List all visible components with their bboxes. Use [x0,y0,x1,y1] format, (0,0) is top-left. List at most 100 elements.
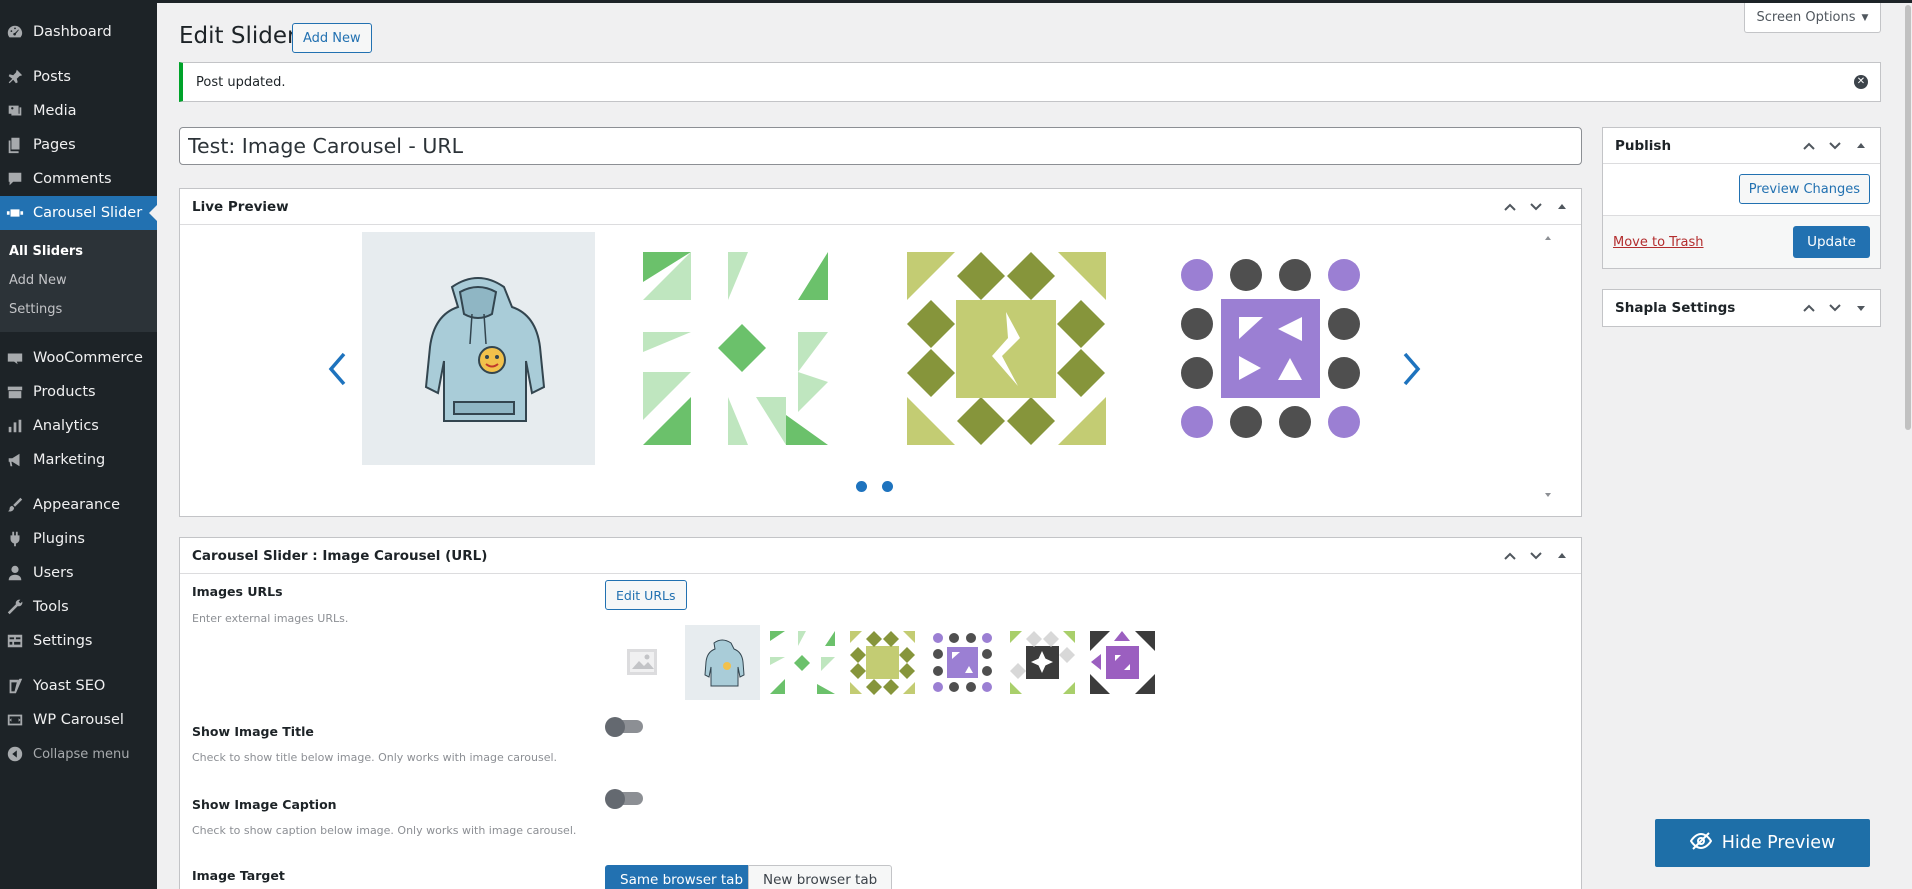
menu-label: Products [33,384,96,400]
live-preview-box: Live Preview [179,188,1582,517]
target-new-tab-button[interactable]: New browser tab [748,865,893,889]
publish-actions: Move to Trash Update [1603,215,1880,268]
toggle-panel-icon[interactable] [1850,297,1872,319]
menu-media[interactable]: Media [0,94,157,128]
page-title: Edit Slider [179,23,297,49]
yoast-icon [6,677,24,695]
post-title-input[interactable] [179,127,1582,165]
preview-changes-button[interactable]: Preview Changes [1738,174,1870,204]
thumbnail-purple-pattern [925,625,1000,700]
eye-slash-icon [1689,831,1712,855]
menu-label: Pages [33,137,76,153]
hide-preview-label: Hide Preview [1721,833,1836,853]
move-to-trash-link[interactable]: Move to Trash [1613,235,1704,250]
move-up-icon[interactable] [1798,135,1820,157]
move-up-icon[interactable] [1499,545,1521,567]
thumbnail-hoodie [685,625,760,700]
menu-plugins[interactable]: Plugins [0,522,157,556]
scroll-down-icon[interactable] [1545,493,1551,497]
carousel-dot-2[interactable] [882,481,893,492]
menu-woocommerce[interactable]: WooCommerce [0,341,157,375]
collapse-icon [6,745,24,763]
menu-wp-carousel[interactable]: WP Carousel [0,703,157,737]
menu-dashboard[interactable]: Dashboard [0,15,157,49]
move-down-icon[interactable] [1525,545,1547,567]
publish-header: Publish [1603,128,1880,164]
update-button[interactable]: Update [1793,226,1870,258]
shapla-settings-title: Shapla Settings [1615,300,1736,316]
move-down-icon[interactable] [1824,135,1846,157]
scrollbar-thumb[interactable] [1905,5,1911,430]
submenu-settings[interactable]: Settings [0,295,157,324]
admin-bar-edge [157,0,1912,3]
preview-scrollbar[interactable] [1543,232,1553,497]
menu-label: Settings [33,633,93,649]
screen-options-button[interactable]: Screen Options ▼ [1744,3,1881,33]
dismiss-icon[interactable]: ✕ [1854,75,1868,89]
next-arrow-icon[interactable] [1396,349,1426,389]
carousel-icon [6,711,24,729]
menu-label: Tools [33,599,69,615]
menu-marketing[interactable]: Marketing [0,443,157,477]
menu-posts[interactable]: Posts [0,60,157,94]
add-new-button[interactable]: Add New [292,23,372,53]
page-scrollbar[interactable] [1904,3,1912,889]
move-up-icon[interactable] [1798,297,1820,319]
menu-yoast-seo[interactable]: Yoast SEO [0,669,157,703]
screen-options-label: Screen Options [1756,10,1856,25]
menu-label: WooCommerce [33,350,143,366]
show-title-toggle[interactable] [605,717,643,737]
toggle-panel-icon[interactable] [1850,135,1872,157]
admin-sidebar: Dashboard Posts Media Pages Comments Car… [0,0,157,889]
move-down-icon[interactable] [1824,297,1846,319]
carousel-settings-header: Carousel Slider : Image Carousel (URL) [180,538,1581,574]
menu-label: Posts [33,69,71,85]
shapla-settings-header[interactable]: Shapla Settings [1603,290,1880,326]
edit-urls-button[interactable]: Edit URLs [605,580,687,610]
collapse-menu[interactable]: Collapse menu [0,737,157,771]
menu-carousel-slider[interactable]: Carousel Slider [0,196,157,230]
settings-icon [6,632,24,650]
hide-preview-button[interactable]: Hide Preview [1655,819,1870,867]
menu-label: Plugins [33,531,85,547]
slide-hoodie-image [362,232,595,465]
show-caption-toggle[interactable] [605,789,643,809]
menu-settings[interactable]: Settings [0,624,157,658]
success-notice: Post updated. ✕ [179,62,1881,102]
carousel-submenu: All Sliders Add New Settings [0,230,157,332]
shapla-settings-box: Shapla Settings [1602,289,1881,327]
show-caption-label: Show Image Caption [192,797,337,812]
menu-tools[interactable]: Tools [0,590,157,624]
prev-arrow-icon[interactable] [323,349,353,389]
scroll-up-icon[interactable] [1545,236,1551,240]
menu-analytics[interactable]: Analytics [0,409,157,443]
menu-label: Appearance [33,497,121,513]
carousel-dot-1[interactable] [856,481,867,492]
show-caption-desc: Check to show caption below image. Only … [192,824,577,837]
toggle-panel-icon[interactable] [1551,196,1573,218]
images-urls-desc: Enter external images URLs. [192,612,349,625]
images-urls-label: Images URLs [192,584,283,599]
publish-box: Publish Preview Changes Move to Trash Up… [1602,127,1881,269]
submenu-all-sliders[interactable]: All Sliders [0,237,157,266]
menu-users[interactable]: Users [0,556,157,590]
toggle-panel-icon[interactable] [1551,545,1573,567]
slide-olive-pattern-image [890,232,1123,465]
menu-label: Yoast SEO [33,678,106,694]
show-title-label: Show Image Title [192,724,314,739]
menu-label: Carousel Slider [33,205,143,221]
slide-green-pattern-image [626,232,859,465]
menu-pages[interactable]: Pages [0,128,157,162]
image-target-label: Image Target [192,868,285,883]
menu-label: Analytics [33,418,99,434]
move-up-icon[interactable] [1499,196,1521,218]
menu-appearance[interactable]: Appearance [0,488,157,522]
submenu-add-new[interactable]: Add New [0,266,157,295]
pin-icon [6,68,24,86]
media-icon [6,102,24,120]
menu-products[interactable]: Products [0,375,157,409]
megaphone-icon [6,451,24,469]
menu-comments[interactable]: Comments [0,162,157,196]
target-same-tab-button[interactable]: Same browser tab [605,865,759,889]
move-down-icon[interactable] [1525,196,1547,218]
